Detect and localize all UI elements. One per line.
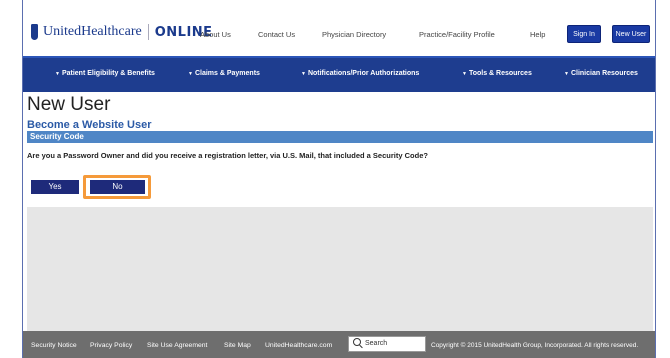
contact-us-link[interactable]: Contact Us — [258, 30, 295, 39]
main-nav: ▼ Patient Eligibility & Benefits ▼ Claims … — [23, 56, 655, 92]
page-title: New User — [27, 94, 111, 115]
physician-directory-link[interactable]: Physician Directory — [322, 30, 386, 39]
section-heading: Become a Website User — [27, 119, 152, 131]
search-icon — [353, 338, 361, 346]
practice-profile-link[interactable]: Practice/Facility Profile — [419, 30, 495, 39]
about-us-link[interactable]: About Us — [200, 30, 231, 39]
logo-divider — [147, 24, 149, 40]
nav-label: Claims & Payments — [194, 70, 260, 77]
copyright-text: Copyright © 2015 UnitedHealth Group, Inc… — [431, 342, 639, 349]
nav-label: Tools & Resources — [468, 70, 532, 77]
caret-down-icon: ▼ — [55, 71, 60, 77]
search-placeholder: Search — [365, 340, 388, 347]
site-footer: Security Notice Privacy Policy Site Use … — [23, 331, 655, 358]
security-code-question: Are you a Password Owner and did you rec… — [27, 151, 428, 160]
nav-clinician-resources[interactable]: ▼ Clinician Resources — [564, 70, 638, 77]
security-notice-link[interactable]: Security Notice — [31, 342, 77, 349]
site-map-link[interactable]: Site Map — [224, 342, 251, 349]
uhc-com-link[interactable]: UnitedHealthcare.com — [265, 342, 332, 349]
sign-in-button[interactable]: Sign In — [567, 25, 601, 43]
nav-label: Notifications/Prior Authorizations — [307, 70, 420, 77]
help-link[interactable]: Help — [530, 30, 545, 39]
logo-wordmark: UnitedHealthcare — [43, 24, 142, 39]
uhc-logo[interactable]: UnitedHealthcare ONLINE — [31, 24, 213, 40]
caret-down-icon: ▼ — [564, 71, 569, 77]
nav-patient-eligibility[interactable]: ▼ Patient Eligibility & Benefits — [55, 70, 155, 77]
nav-label: Clinician Resources — [570, 70, 638, 77]
nav-label: Patient Eligibility & Benefits — [61, 70, 155, 77]
new-user-button[interactable]: New User — [612, 25, 650, 43]
caret-down-icon: ▼ — [462, 71, 467, 77]
no-button-highlight — [83, 175, 151, 199]
yes-button[interactable]: Yes — [31, 180, 79, 194]
security-code-bar: Security Code — [27, 131, 653, 143]
caret-down-icon: ▼ — [301, 71, 306, 77]
site-header: UnitedHealthcare ONLINE About Us Contact… — [23, 0, 655, 56]
site-use-agreement-link[interactable]: Site Use Agreement — [147, 342, 207, 349]
privacy-policy-link[interactable]: Privacy Policy — [90, 342, 132, 349]
nav-tools-resources[interactable]: ▼ Tools & Resources — [462, 70, 532, 77]
search-input[interactable]: Search — [348, 336, 426, 352]
nav-claims-payments[interactable]: ▼ Claims & Payments — [188, 70, 260, 77]
nav-notifications[interactable]: ▼ Notifications/Prior Authorizations — [301, 70, 419, 77]
browser-frame: UnitedHealthcare ONLINE About Us Contact… — [22, 0, 656, 358]
shield-logo-icon — [31, 24, 38, 40]
content-gray-panel — [27, 207, 653, 331]
caret-down-icon: ▼ — [188, 71, 193, 77]
